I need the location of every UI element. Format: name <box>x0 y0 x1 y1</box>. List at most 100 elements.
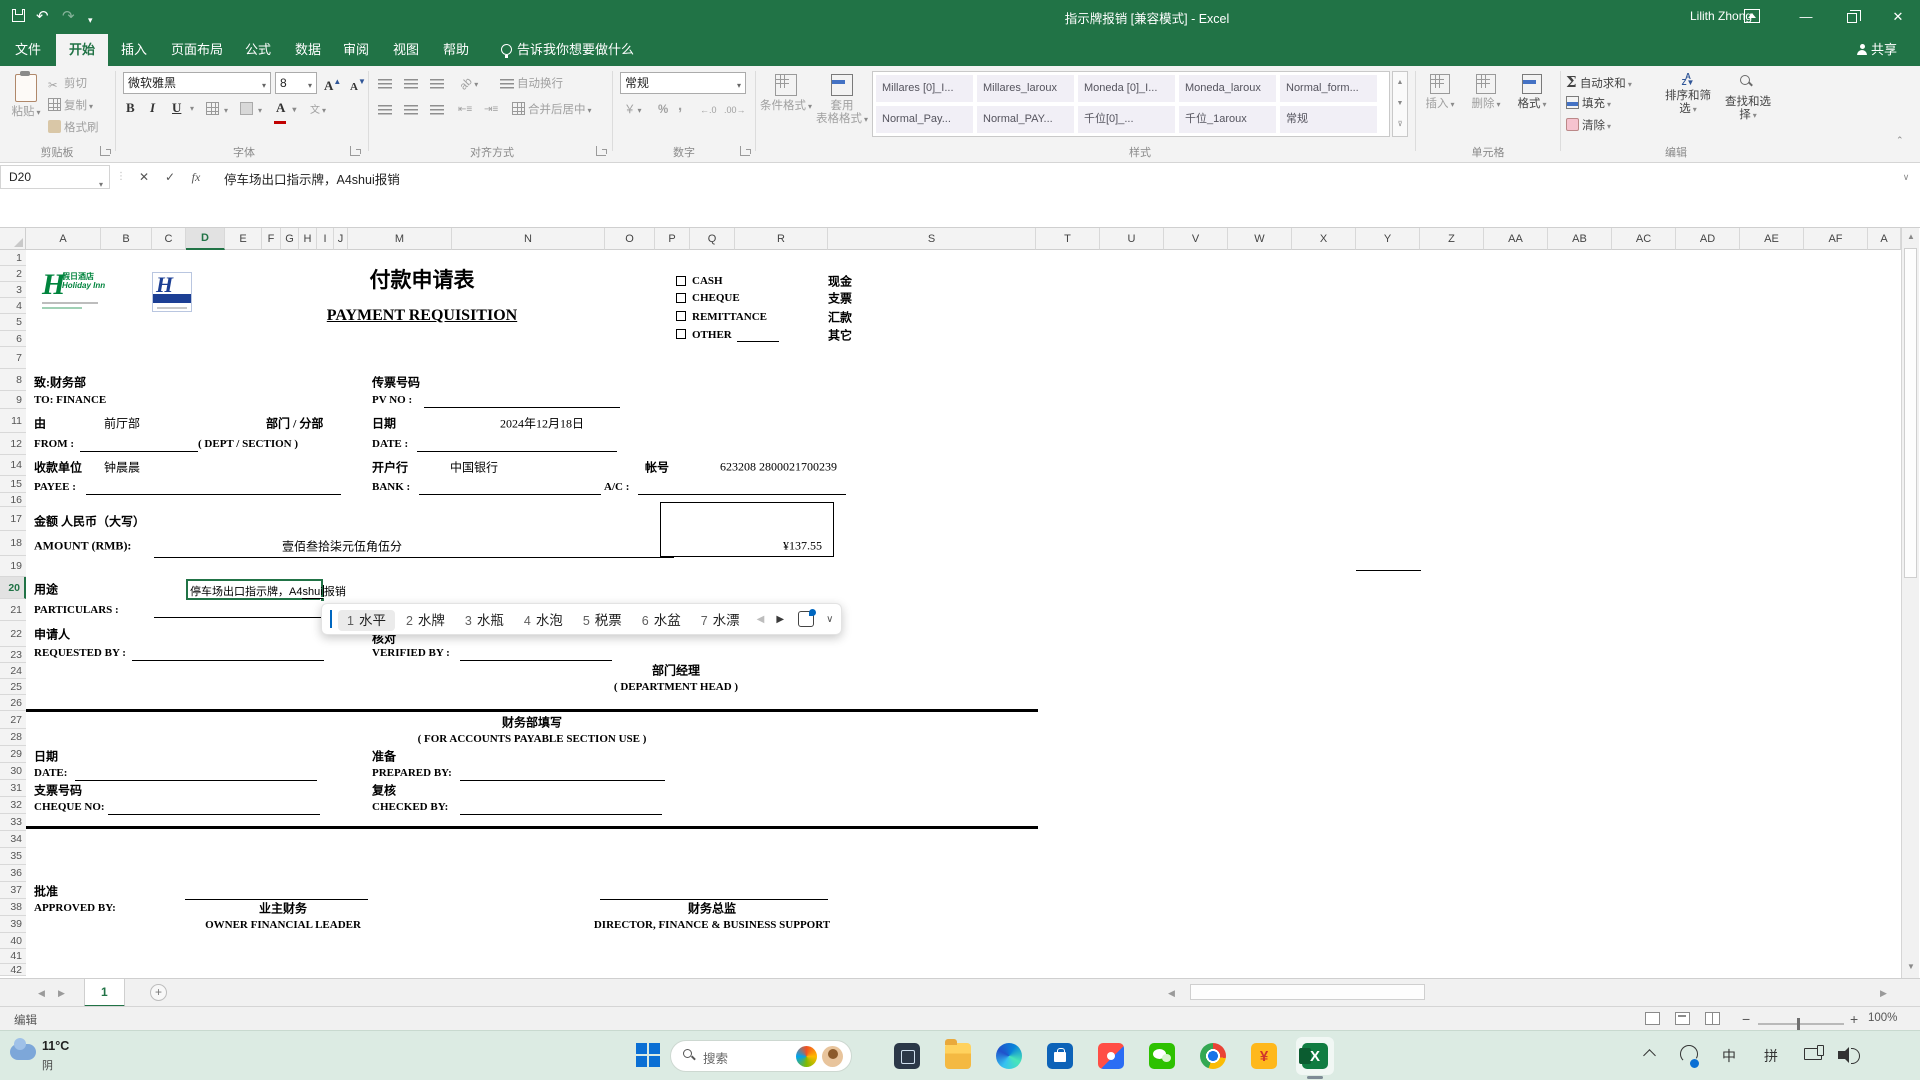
user-name[interactable]: Lilith Zhong <box>1690 9 1752 23</box>
scroll-up-icon[interactable]: ▲ <box>1904 230 1918 244</box>
accounting-format-button[interactable]: ￥▾ <box>624 100 642 120</box>
bold-button[interactable]: B <box>126 98 135 118</box>
ime-prev-page-icon[interactable]: ◀ <box>751 614 771 625</box>
merge-center-button[interactable]: 合并后居中▾ <box>512 100 592 120</box>
tab-view[interactable]: 视图 <box>380 34 432 66</box>
tab-home[interactable]: 开始 <box>56 34 108 66</box>
horizontal-scroll-thumb[interactable] <box>1190 984 1425 1000</box>
underline-button[interactable]: U <box>172 98 181 118</box>
font-name-combo[interactable]: 微软雅黑▾ <box>123 72 271 94</box>
middle-align-button[interactable] <box>404 74 421 94</box>
ime-candidate-4[interactable]: 4水泡 <box>515 610 572 631</box>
font-dialog-launcher-icon[interactable] <box>350 146 360 156</box>
ime-expand-icon[interactable]: ∨ <box>826 614 833 625</box>
fill-button[interactable]: 填充▾ <box>1566 94 1611 114</box>
bottom-align-button[interactable] <box>430 74 447 94</box>
paste-button[interactable]: 粘贴▾ <box>4 71 48 139</box>
close-button[interactable]: ✕ <box>1876 0 1920 34</box>
sync-status-icon[interactable] <box>1680 1045 1698 1063</box>
horizontal-scrollbar[interactable] <box>1186 983 1876 1002</box>
cell-style-item[interactable]: Normal_Pay... <box>876 106 973 133</box>
ime-emoticon-icon[interactable] <box>798 611 814 627</box>
comma-style-button[interactable]: , <box>678 96 682 116</box>
orientation-button[interactable]: ab▾ <box>460 74 478 94</box>
increase-indent-button[interactable]: ⇥≡ <box>484 100 498 120</box>
minimize-button[interactable]: — <box>1784 0 1828 34</box>
cell-style-item[interactable]: 千位_1aroux <box>1179 106 1276 133</box>
ime-mode-indicator[interactable]: 中 <box>1722 1046 1736 1066</box>
font-size-combo[interactable]: 8▾ <box>275 72 317 94</box>
restore-button[interactable] <box>1830 0 1874 34</box>
top-align-button[interactable] <box>378 74 395 94</box>
doc-checkbox[interactable] <box>676 276 686 286</box>
normal-view-icon[interactable] <box>1645 1012 1660 1025</box>
chrome-icon[interactable] <box>1194 1037 1232 1075</box>
tab-insert[interactable]: 插入 <box>108 34 160 66</box>
tab-review[interactable]: 审阅 <box>330 34 382 66</box>
fill-color-button[interactable]: ▾ <box>240 100 262 120</box>
edge-icon[interactable] <box>990 1037 1028 1075</box>
pinned-app-red-icon[interactable] <box>1092 1037 1130 1075</box>
file-explorer-icon[interactable] <box>939 1037 977 1075</box>
finance-app-icon[interactable]: ¥ <box>1245 1037 1283 1075</box>
grow-font-button[interactable]: A▲ <box>324 72 341 92</box>
save-icon[interactable] <box>12 9 25 22</box>
styles-gallery-scroll[interactable]: ▲▼⊽ <box>1392 71 1408 137</box>
cell-style-item[interactable]: Moneda_laroux <box>1179 75 1276 102</box>
redo-icon[interactable]: ↷ <box>62 7 75 27</box>
increase-decimal-button[interactable]: ←.0 <box>700 100 717 120</box>
cell-style-item[interactable]: 千位[0]_... <box>1078 106 1175 133</box>
wrap-text-button[interactable]: 自动换行 <box>500 74 563 94</box>
sheet-next-icon[interactable]: ▶ <box>58 979 65 1007</box>
cell-style-item[interactable]: 常规 <box>1280 106 1377 133</box>
number-format-combo[interactable]: 常规▾ <box>620 72 746 94</box>
microsoft-store-icon[interactable] <box>1041 1037 1079 1075</box>
ime-candidate-7[interactable]: 7水漂 <box>692 610 749 631</box>
italic-button[interactable]: I <box>150 98 155 118</box>
wechat-icon[interactable] <box>1143 1037 1181 1075</box>
formula-input[interactable]: 停车场出口指示牌，A4shui报销 <box>224 169 400 188</box>
name-box[interactable]: D20▾ <box>0 165 110 189</box>
find-select-button[interactable]: 查找和选择▾ <box>1720 71 1776 139</box>
zoom-slider-thumb[interactable] <box>1797 1018 1800 1030</box>
sheet-prev-icon[interactable]: ◀ <box>38 979 45 1007</box>
tab-formulas[interactable]: 公式 <box>232 34 284 66</box>
ime-next-page-icon[interactable]: ▶ <box>770 614 790 625</box>
display-cast-icon[interactable] <box>1804 1048 1822 1060</box>
cell-style-item[interactable]: Normal_form... <box>1280 75 1377 102</box>
tell-me-box[interactable]: 告诉我你想要做什么 <box>488 34 647 66</box>
tab-page-layout[interactable]: 页面布局 <box>158 34 236 66</box>
tab-help[interactable]: 帮助 <box>430 34 482 66</box>
formula-bar-splitter[interactable]: ⋮ <box>116 171 126 182</box>
new-sheet-button[interactable]: + <box>150 984 167 1001</box>
decrease-decimal-button[interactable]: .00→ <box>724 100 746 120</box>
format-painter-button[interactable]: 格式刷 <box>48 118 99 138</box>
ime-scheme-indicator[interactable]: 拼 <box>1764 1046 1778 1066</box>
phonetic-button[interactable]: 文▾ <box>310 100 326 120</box>
align-center-button[interactable] <box>404 100 421 120</box>
doc-checkbox[interactable] <box>676 329 686 339</box>
collapse-ribbon-icon[interactable]: ⌃ <box>1896 130 1904 150</box>
speaker-icon[interactable] <box>1838 1051 1845 1059</box>
ime-candidate-2[interactable]: 2水牌 <box>397 610 454 631</box>
active-cell-edit-text[interactable]: 停车场出口指示牌，A4shui报销 <box>190 583 346 599</box>
page-break-view-icon[interactable] <box>1705 1012 1720 1025</box>
search-avatar-icon[interactable] <box>822 1046 843 1067</box>
search-box[interactable]: 搜索 <box>670 1040 852 1072</box>
sort-filter-button[interactable]: AZ▼ 排序和筛选▾ <box>1662 71 1714 139</box>
alignment-dialog-launcher-icon[interactable] <box>596 146 606 156</box>
ime-candidate-3[interactable]: 3水瓶 <box>456 610 513 631</box>
hscroll-right-icon[interactable]: ▶ <box>1880 979 1887 1007</box>
autosum-button[interactable]: Σ 自动求和▾ <box>1566 72 1632 92</box>
borders-button[interactable]: ▾ <box>206 100 228 120</box>
insert-function-button[interactable]: fx <box>184 167 208 187</box>
shrink-font-button[interactable]: A▼ <box>350 72 366 92</box>
weather-widget[interactable]: 11°C 阴 <box>8 1036 118 1076</box>
excel-taskbar-icon[interactable]: X <box>1296 1037 1334 1075</box>
tab-data[interactable]: 数据 <box>282 34 334 66</box>
doc-checkbox[interactable] <box>676 293 686 303</box>
cut-button[interactable]: ✂剪切 <box>48 74 87 94</box>
hscroll-left-icon[interactable]: ◀ <box>1168 979 1175 1007</box>
ime-candidate-1[interactable]: 1水平 <box>338 610 395 631</box>
decrease-indent-button[interactable]: ⇤≡ <box>458 100 472 120</box>
